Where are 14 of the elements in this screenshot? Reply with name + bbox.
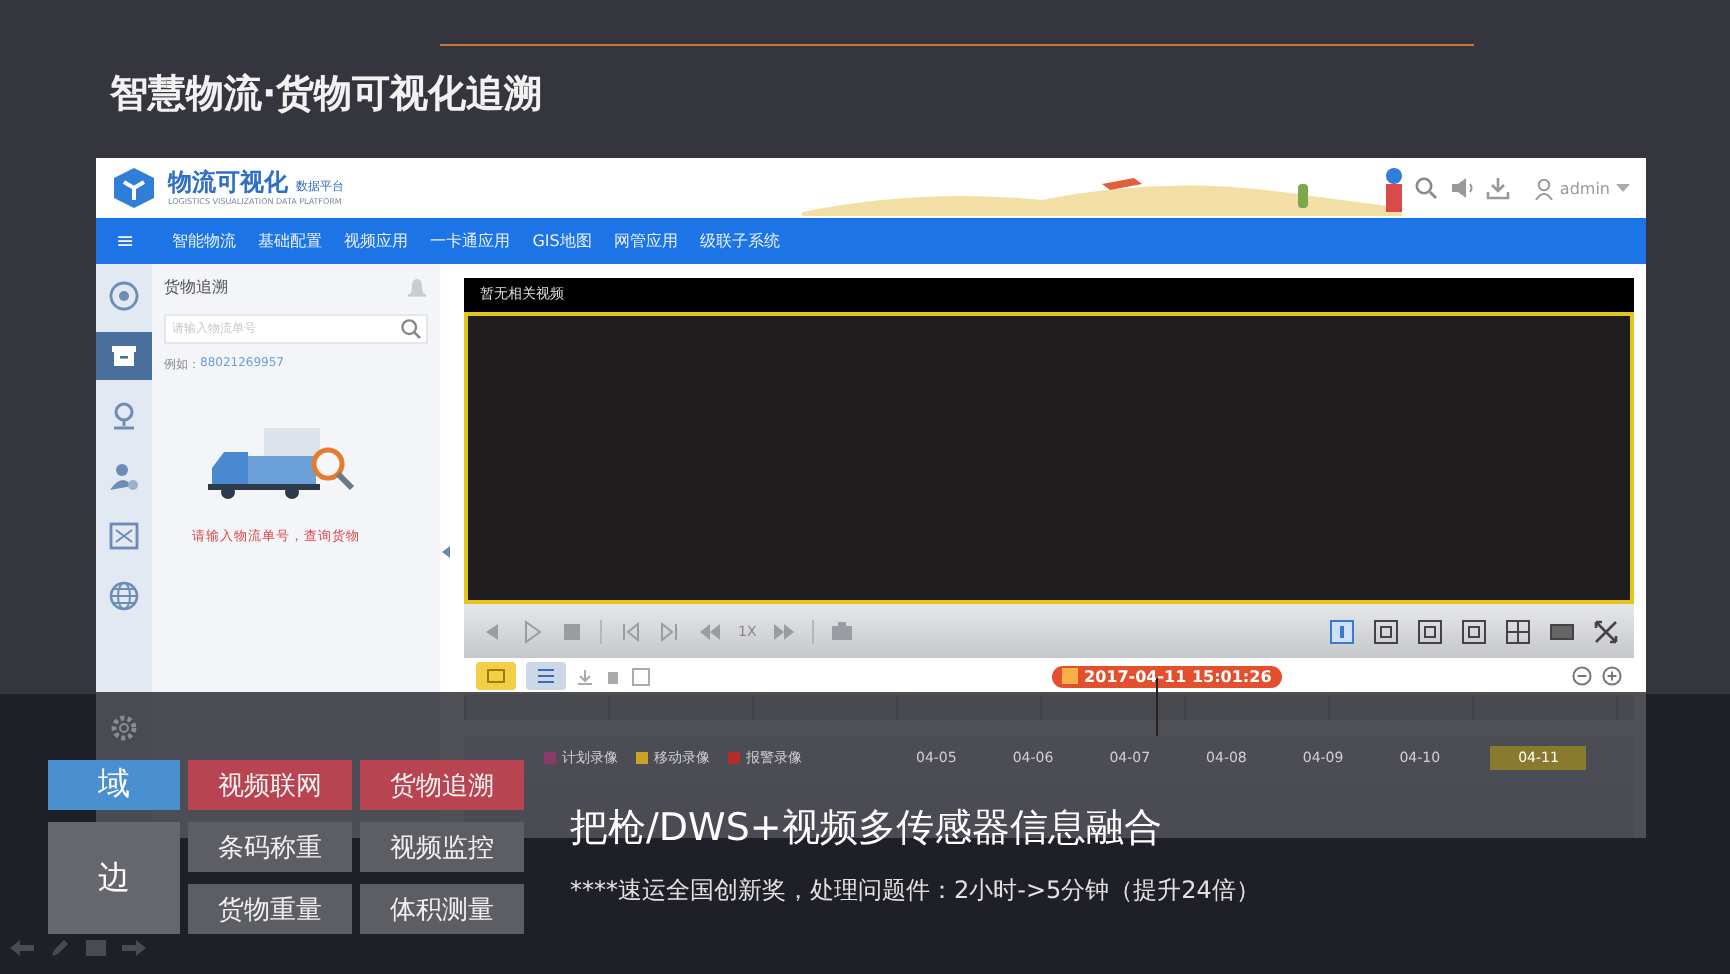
domain-label: 域 bbox=[48, 760, 180, 810]
headline: 把枪/DWS+视频多传感器信息融合 bbox=[570, 804, 1164, 854]
feature-tag: 视频监控 bbox=[360, 822, 524, 872]
feature-tag: 货物追溯 bbox=[360, 760, 524, 810]
subline: ****速运全国创新奖，处理问题件：2小时->5分钟（提升24倍） bbox=[570, 874, 1260, 908]
feature-tag: 体积测量 bbox=[360, 884, 524, 934]
feature-tag: 货物重量 bbox=[188, 884, 352, 934]
timestamp-badge: 2017-04-11 15:01:26 bbox=[1052, 665, 1282, 687]
panel-title: 货物追溯 bbox=[164, 276, 228, 298]
logo-title: 物流可视化 bbox=[168, 168, 288, 196]
feature-tag: 视频联网 bbox=[188, 760, 352, 810]
slide-title: 智慧物流·货物可视化追溯 bbox=[110, 70, 545, 118]
domain-label: 边 bbox=[48, 822, 180, 934]
feature-tag: 条码称重 bbox=[188, 822, 352, 872]
